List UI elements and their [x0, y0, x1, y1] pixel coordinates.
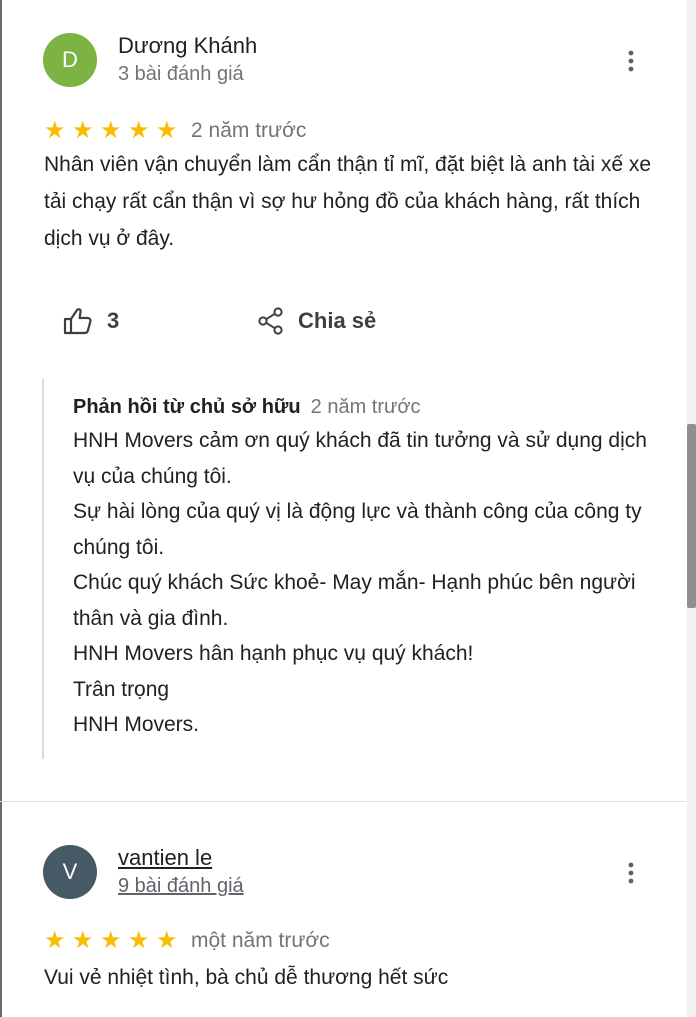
thumb-up-icon — [63, 308, 92, 335]
review-divider — [0, 801, 686, 802]
avatar-letter: V — [62, 859, 78, 884]
star-icon: ★ — [156, 927, 178, 954]
more-vert-icon — [628, 862, 634, 884]
star-icon: ★ — [44, 117, 66, 144]
share-icon — [258, 307, 283, 335]
like-count: 3 — [107, 308, 120, 333]
review-text: Nhân viên vận chuyển làm cẩn thận tỉ mĩ,… — [44, 153, 652, 250]
owner-reply-line: HNH Movers cảm ơn quý khách đã tin tưởng… — [73, 429, 647, 488]
review-time: 2 năm trước — [191, 119, 307, 142]
owner-reply-time: 2 năm trước — [310, 396, 421, 418]
owner-reply-text: HNH Movers cảm ơn quý khách đã tin tưởng… — [73, 423, 653, 743]
author-name[interactable]: vantien le — [118, 845, 212, 871]
author-review-count[interactable]: 9 bài đánh giá — [118, 875, 244, 898]
star-rating: ★ ★ ★ ★ ★ — [44, 119, 184, 143]
owner-reply-line: Chúc quý khách Sức khoẻ- May mắn- Hạnh p… — [73, 571, 636, 630]
avatar[interactable]: V — [43, 845, 97, 899]
owner-reply-line: Sự hài lòng của quý vị là động lực và th… — [73, 500, 642, 559]
owner-reply-line: Trân trọng — [73, 677, 170, 701]
review-text: Vui vẻ nhiệt tình, bà chủ dễ thương hết … — [44, 966, 449, 989]
review-card: V vantien le 9 bài đánh giá ★ ★ ★ ★ ★ mộ… — [0, 803, 686, 1017]
star-icon: ★ — [72, 927, 94, 954]
more-options-button[interactable] — [620, 858, 642, 888]
star-icon: ★ — [72, 117, 94, 144]
more-vert-icon — [628, 50, 634, 72]
owner-reply-title: Phản hồi từ chủ sở hữu — [73, 396, 301, 418]
share-label: Chia sẻ — [298, 308, 377, 333]
star-icon: ★ — [128, 927, 150, 954]
author-name[interactable]: Dương Khánh — [118, 33, 257, 59]
star-icon: ★ — [128, 117, 150, 144]
more-options-button[interactable] — [620, 46, 642, 76]
rating-row: ★ ★ ★ ★ ★ 2 năm trước — [44, 118, 306, 144]
star-icon: ★ — [44, 927, 66, 954]
star-icon: ★ — [100, 927, 122, 954]
scrollbar-thumb[interactable] — [687, 424, 696, 608]
review-time: một năm trước — [191, 929, 330, 952]
rating-row: ★ ★ ★ ★ ★ một năm trước — [44, 928, 330, 954]
like-button[interactable]: 3 — [63, 305, 119, 337]
owner-reply-line: HNH Movers. — [73, 713, 200, 736]
owner-reply-line: HNH Movers hân hạnh phục vụ quý khách! — [73, 642, 474, 665]
share-button[interactable]: Chia sẻ — [258, 305, 376, 337]
avatar-letter: D — [62, 47, 78, 72]
owner-reply: Phản hồi từ chủ sở hữu 2 năm trước HNH Mo… — [42, 379, 654, 759]
review-card: D Dương Khánh 3 bài đánh giá ★ ★ ★ ★ ★ 2… — [0, 0, 686, 802]
star-icon: ★ — [100, 117, 122, 144]
author-review-count[interactable]: 3 bài đánh giá — [118, 63, 244, 86]
owner-reply-header: Phản hồi từ chủ sở hữu 2 năm trước — [73, 396, 421, 419]
star-rating: ★ ★ ★ ★ ★ — [44, 929, 184, 953]
star-icon: ★ — [156, 117, 178, 144]
avatar[interactable]: D — [43, 33, 97, 87]
